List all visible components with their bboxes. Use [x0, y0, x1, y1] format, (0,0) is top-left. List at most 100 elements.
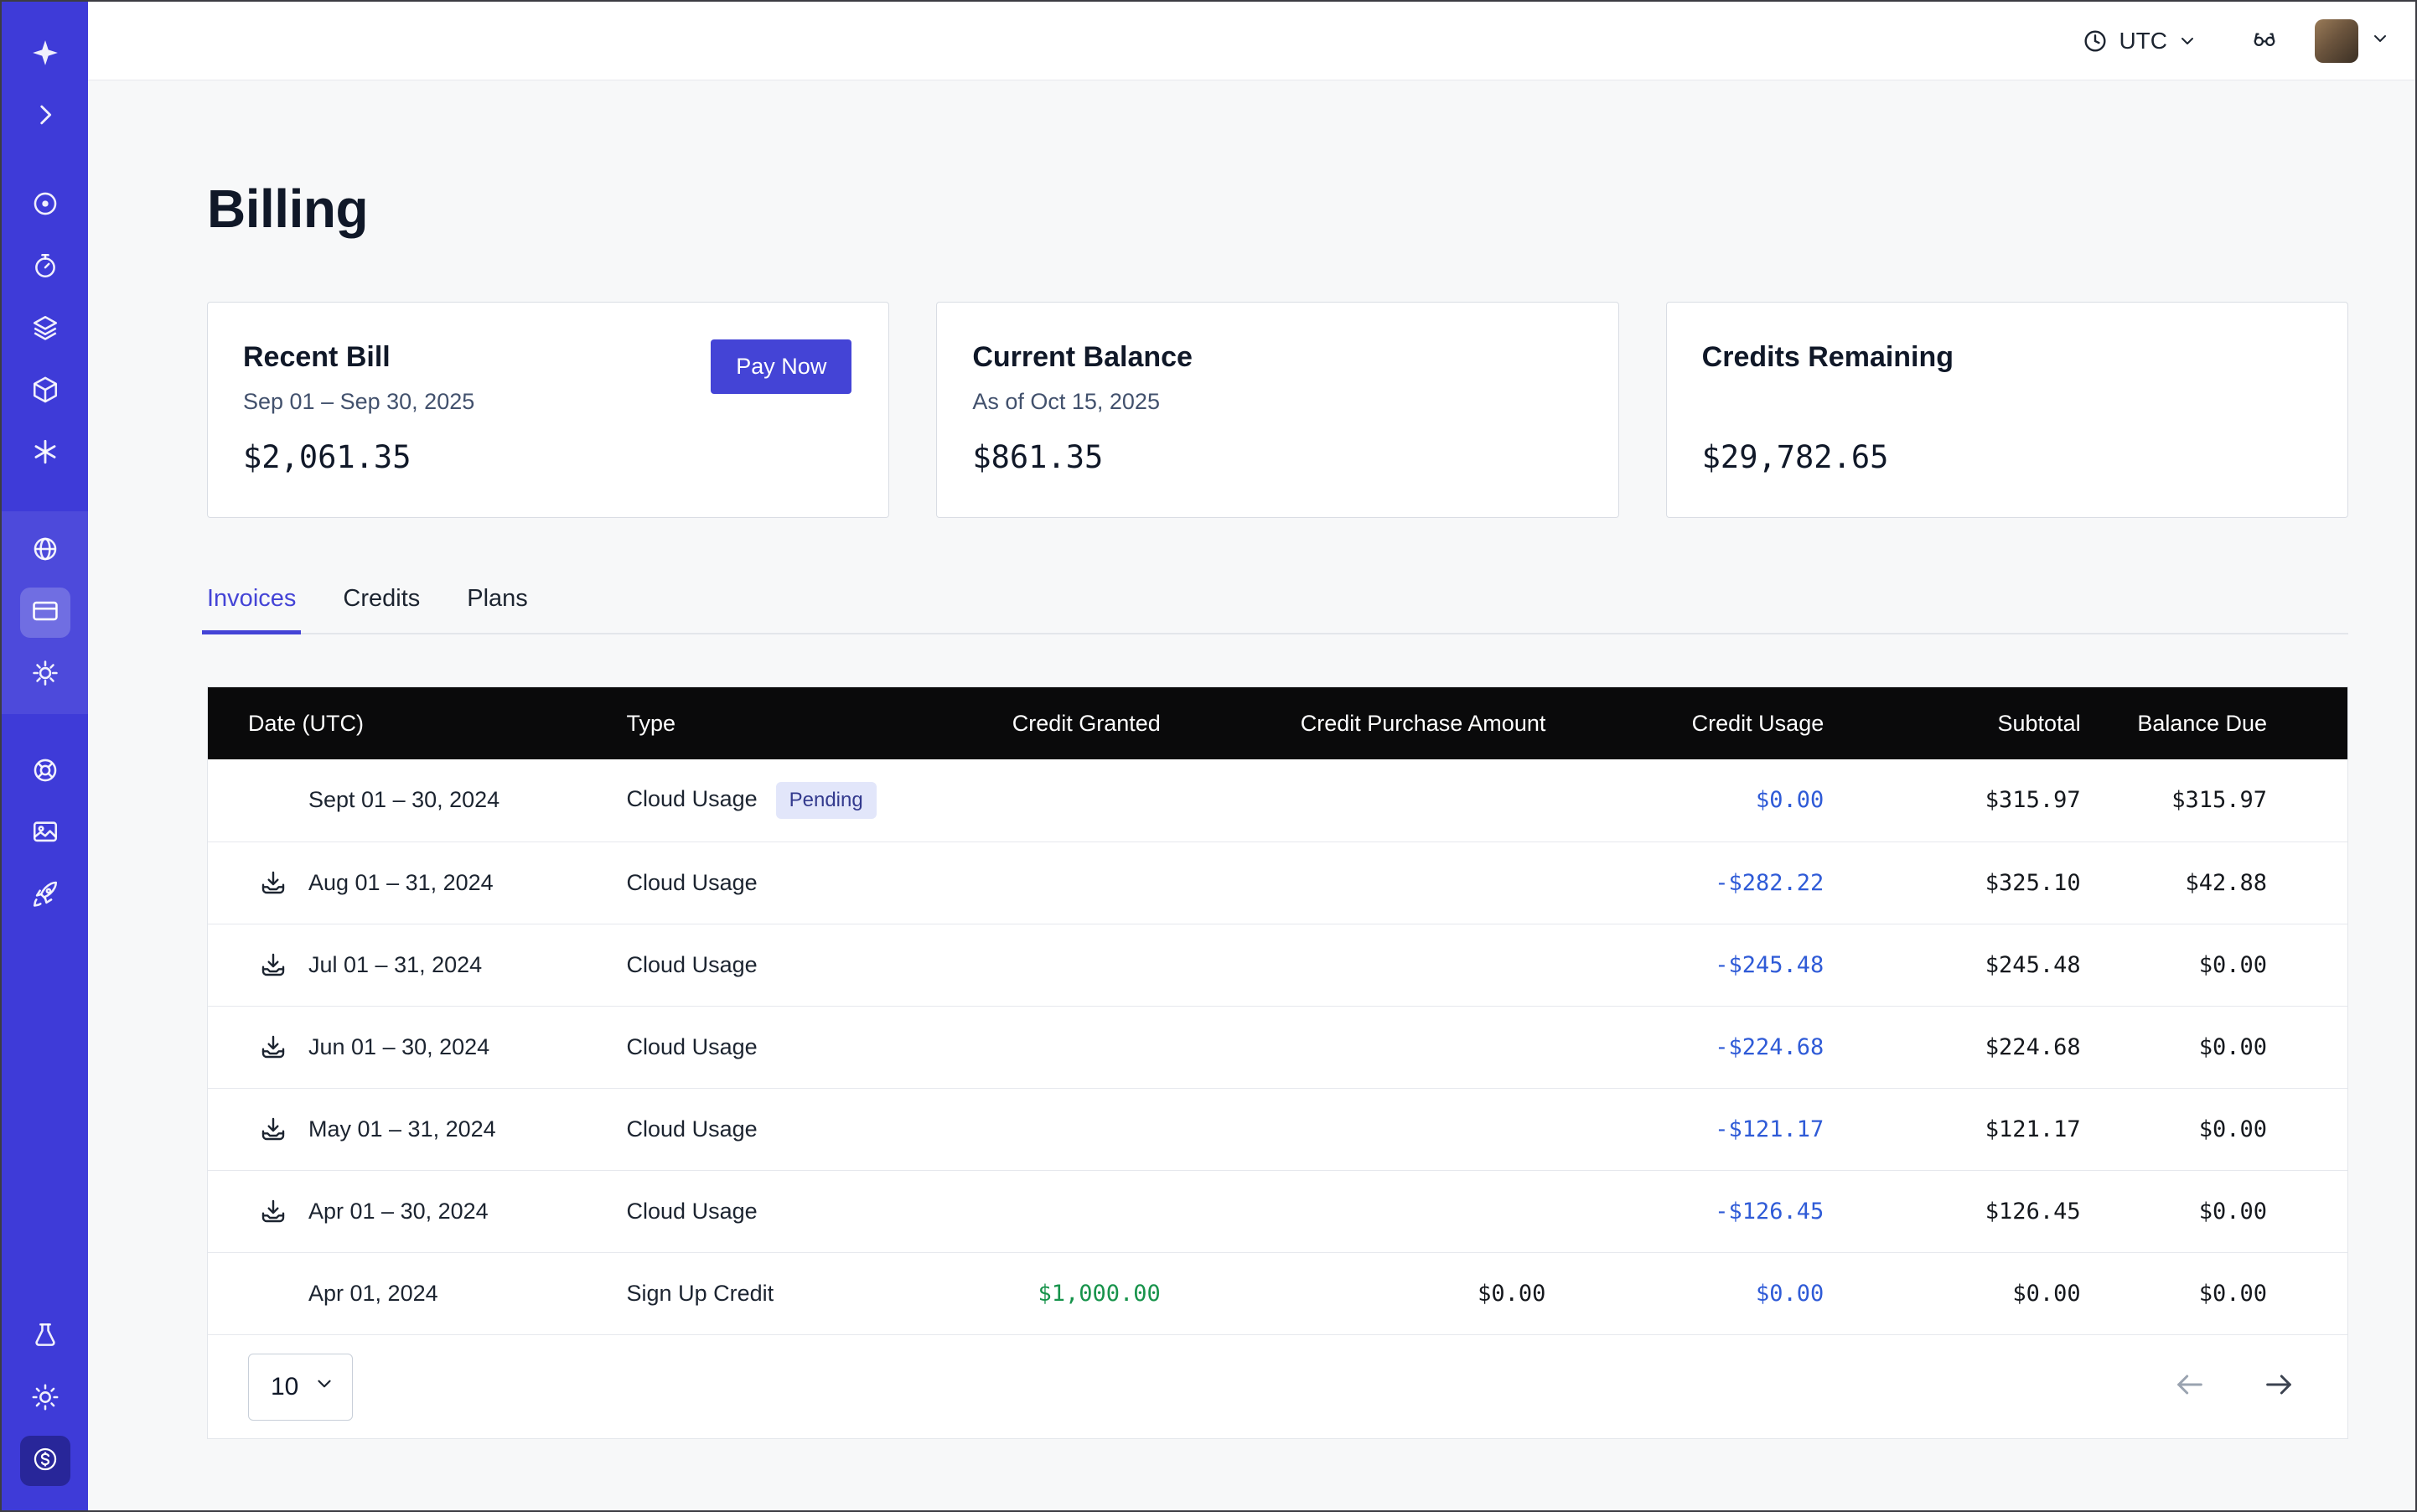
download-invoice-button[interactable]	[258, 1032, 288, 1062]
balance-due-cell: $0.00	[2091, 924, 2347, 1006]
subtotal-cell: $121.17	[1834, 1088, 2090, 1170]
sidebar-group-account	[2, 511, 88, 714]
download-invoice-button[interactable]	[258, 950, 288, 980]
page-size-value: 10	[271, 1373, 298, 1401]
chevron-down-icon	[2177, 31, 2197, 51]
download-invoice-button[interactable]	[258, 1196, 288, 1226]
credit-granted-cell	[935, 1170, 1171, 1252]
download-invoice-button[interactable]	[258, 1114, 288, 1144]
sidebar-item-billing[interactable]	[2, 582, 88, 644]
timezone-selector[interactable]: UTC	[2082, 28, 2197, 54]
column-header-date: Date (UTC)	[208, 687, 593, 759]
invoice-row: Apr 01 – 30, 2024 Cloud Usage -$126.45 $…	[208, 1170, 2347, 1252]
invoice-date: Apr 01 – 30, 2024	[308, 1199, 489, 1225]
active-item-highlight	[20, 588, 70, 638]
topbar: UTC	[88, 2, 2415, 80]
subtotal-cell: $224.68	[1834, 1006, 2090, 1088]
credit-purchase-cell	[1171, 759, 1556, 841]
column-header-credit-granted: Credit Granted	[935, 687, 1171, 759]
invoice-type: Sign Up Credit	[627, 1281, 774, 1306]
timezone-label: UTC	[2119, 28, 2167, 54]
credit-granted-cell	[935, 841, 1171, 924]
sidebar-item-layers[interactable]	[2, 298, 88, 360]
avatar[interactable]	[2315, 19, 2358, 63]
invoice-date: Aug 01 – 31, 2024	[308, 870, 494, 896]
rocket-icon	[31, 880, 60, 913]
next-page-button[interactable]	[2262, 1368, 2295, 1406]
balance-due-cell: $0.00	[2091, 1088, 2347, 1170]
sidebar-item-launch[interactable]	[2, 865, 88, 927]
credit-card-icon	[31, 597, 60, 629]
column-header-type: Type	[593, 687, 935, 759]
clock-icon	[2082, 28, 2109, 54]
globe-icon	[31, 535, 60, 567]
recent-bill-amount: $2,061.35	[243, 439, 851, 475]
credit-purchase-cell	[1171, 1170, 1556, 1252]
balance-due-cell: $0.00	[2091, 1252, 2347, 1334]
sidebar-item-labs[interactable]	[2, 1306, 88, 1368]
invoice-date: May 01 – 31, 2024	[308, 1116, 496, 1142]
credit-purchase-cell: $0.00	[1171, 1252, 1556, 1334]
sidebar-item-radar[interactable]	[2, 174, 88, 236]
billing-tabs: Invoices Credits Plans	[207, 585, 2348, 634]
sidebar-item-settings[interactable]	[2, 644, 88, 706]
cube-icon	[31, 375, 60, 408]
tab-credits[interactable]: Credits	[343, 585, 420, 633]
radar-icon	[31, 189, 60, 222]
column-header-credit-purchase: Credit Purchase Amount	[1171, 687, 1556, 759]
balance-due-cell: $42.88	[2091, 841, 2347, 924]
invoices-table: Date (UTC) Type Credit Granted Credit Pu…	[207, 686, 2348, 1439]
credit-granted-cell	[935, 759, 1171, 841]
sidebar-expand-button[interactable]	[2, 85, 88, 148]
summary-cards: Recent Bill Sep 01 – Sep 30, 2025 $2,061…	[207, 302, 2348, 518]
sidebar-item-credits[interactable]	[2, 1430, 88, 1492]
pay-now-button[interactable]: Pay Now	[711, 339, 851, 394]
image-icon	[31, 818, 60, 851]
pagination-controls	[2173, 1368, 2295, 1406]
flask-icon	[31, 1321, 60, 1354]
column-header-subtotal: Subtotal	[1834, 687, 2090, 759]
timer-icon	[31, 251, 60, 284]
subtotal-cell: $245.48	[1834, 924, 2090, 1006]
balance-due-cell: $0.00	[2091, 1170, 2347, 1252]
download-invoice-button[interactable]	[258, 867, 288, 898]
tab-plans[interactable]: Plans	[467, 585, 528, 633]
credit-granted-cell	[935, 924, 1171, 1006]
page-title: Billing	[207, 178, 2348, 240]
app-window: UTC Billing Recent Bill	[0, 0, 2417, 1512]
sun-icon	[31, 1383, 60, 1416]
glasses-icon	[2251, 25, 2278, 56]
credit-granted-cell: $1,000.00	[935, 1252, 1171, 1334]
prev-page-button[interactable]	[2173, 1368, 2207, 1406]
sidebar-logo[interactable]	[2, 23, 88, 85]
invoice-type: Cloud Usage	[627, 1199, 758, 1224]
invoice-row: Jul 01 – 31, 2024 Cloud Usage -$245.48 $…	[208, 924, 2347, 1006]
subtotal-cell: $325.10	[1834, 841, 2090, 924]
sidebar-item-asterisk[interactable]	[2, 422, 88, 484]
sidebar-item-templates[interactable]	[2, 803, 88, 865]
subtotal-cell: $126.45	[1834, 1170, 2090, 1252]
page-size-select[interactable]: 10	[248, 1354, 353, 1421]
sidebar	[2, 2, 88, 1510]
sidebar-group-bottom	[2, 1306, 88, 1510]
credit-granted-cell	[935, 1088, 1171, 1170]
dollar-tile	[20, 1436, 70, 1486]
sidebar-item-support[interactable]	[2, 741, 88, 803]
invoice-row: Aug 01 – 31, 2024 Cloud Usage -$282.22 $…	[208, 841, 2347, 924]
invoice-row: Apr 01, 2024 Sign Up Credit $1,000.00 $0…	[208, 1252, 2347, 1334]
sidebar-item-globe[interactable]	[2, 520, 88, 582]
incognito-glasses-button[interactable]	[2251, 25, 2278, 56]
credit-purchase-cell	[1171, 841, 1556, 924]
account-menu-button[interactable]	[2370, 28, 2390, 53]
credit-usage-cell: -$126.45	[1555, 1170, 1834, 1252]
invoice-type: Cloud Usage	[627, 1116, 758, 1142]
sidebar-item-cube[interactable]	[2, 360, 88, 422]
invoice-date: Jul 01 – 31, 2024	[308, 952, 482, 978]
status-badge: Pending	[776, 782, 877, 819]
invoice-row: May 01 – 31, 2024 Cloud Usage -$121.17 $…	[208, 1088, 2347, 1170]
sidebar-item-theme[interactable]	[2, 1368, 88, 1430]
tab-invoices[interactable]: Invoices	[207, 585, 296, 633]
credits-remaining-card: Credits Remaining $29,782.65	[1666, 302, 2348, 518]
credit-usage-cell: -$224.68	[1555, 1006, 1834, 1088]
sidebar-item-timer[interactable]	[2, 236, 88, 298]
